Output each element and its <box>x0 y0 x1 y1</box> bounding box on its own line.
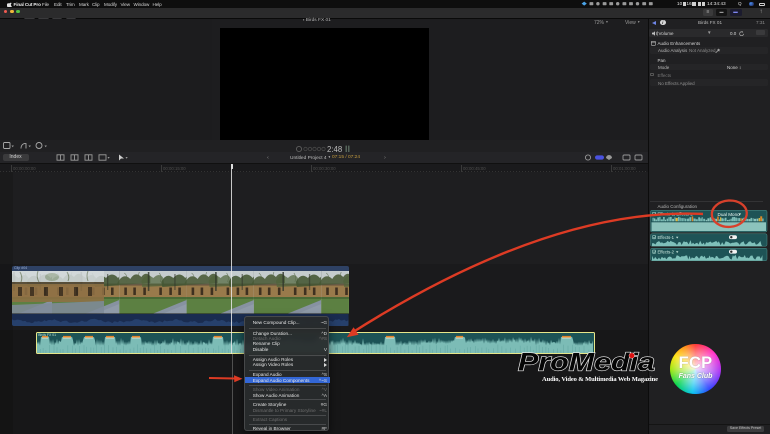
svg-text:2:48: 2:48 <box>327 145 342 153</box>
svg-text:Audio, Video & Multimedia Web: Audio, Video & Multimedia Web Magazine <box>542 376 658 383</box>
svg-text:Dual Mono: Dual Mono <box>718 212 741 217</box>
svg-text:ProMedia: ProMedia <box>518 348 655 376</box>
svg-text:Effects-2: Effects-2 <box>658 249 675 254</box>
svg-text:Effects-1: Effects-1 <box>658 235 675 240</box>
svg-text:Effects-1, Effects-2: Effects-1, Effects-2 <box>658 212 694 217</box>
